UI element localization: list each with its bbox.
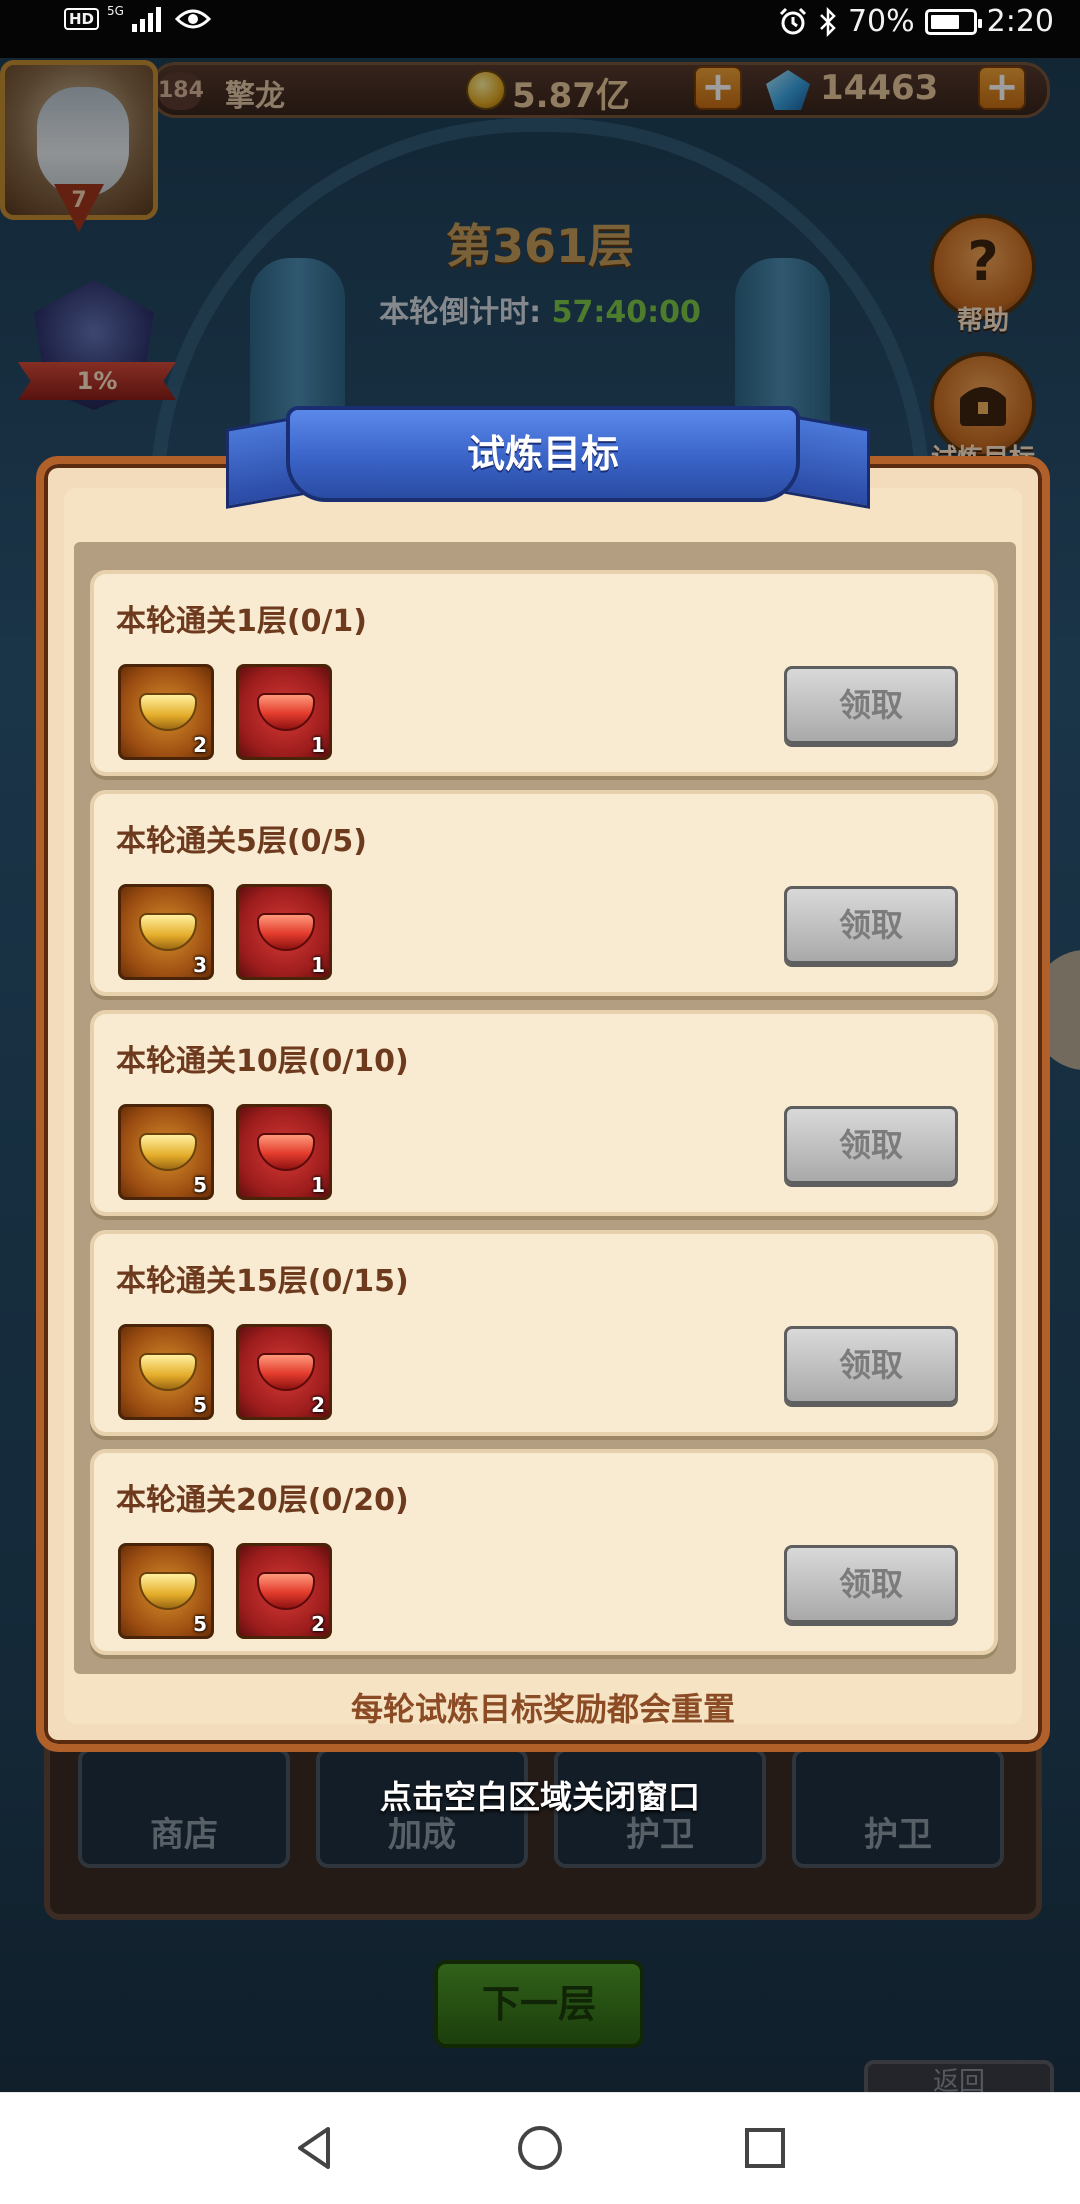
reward-qty: 3 <box>193 953 207 977</box>
red-ingot-icon[interactable]: 2 <box>236 1543 332 1639</box>
reward-qty: 1 <box>311 953 325 977</box>
claim-button[interactable]: 领取 <box>784 886 958 964</box>
claim-button[interactable]: 领取 <box>784 1106 958 1184</box>
status-left: HD 5G <box>64 4 211 32</box>
gold-ingot-icon[interactable]: 5 <box>118 1543 214 1639</box>
goal-title: 本轮通关20层(0/20) <box>116 1483 409 1518</box>
reward-qty: 5 <box>193 1173 207 1197</box>
goal-row: 本轮通关15层(0/15) 5 2 领取 <box>90 1230 998 1436</box>
goal-title: 本轮通关15层(0/15) <box>116 1264 409 1299</box>
red-ingot-icon[interactable]: 1 <box>236 1104 332 1200</box>
gold-ingot-icon[interactable]: 3 <box>118 884 214 980</box>
status-right: 70% 2:20 <box>778 4 1054 39</box>
recents-square-icon[interactable] <box>740 2123 790 2173</box>
red-ingot-icon[interactable]: 1 <box>236 664 332 760</box>
gold-ingot-icon[interactable]: 5 <box>118 1324 214 1420</box>
claim-button[interactable]: 领取 <box>784 666 958 744</box>
claim-button[interactable]: 领取 <box>784 1545 958 1623</box>
dialog-title: 试炼目标 <box>286 406 800 502</box>
gold-ingot-icon[interactable]: 5 <box>118 1104 214 1200</box>
reward-qty: 5 <box>193 1393 207 1417</box>
goal-title: 本轮通关5层(0/5) <box>116 824 368 859</box>
reward-qty: 2 <box>193 733 207 757</box>
eye-icon <box>174 9 211 29</box>
claim-button[interactable]: 领取 <box>784 1326 958 1404</box>
reward-qty: 1 <box>311 1173 325 1197</box>
reset-notice: 每轮试炼目标奖励都会重置 <box>350 1690 735 1728</box>
alarm-icon <box>779 7 806 34</box>
reward-qty: 5 <box>193 1612 207 1636</box>
reward-qty: 2 <box>311 1393 325 1417</box>
gold-ingot-icon[interactable]: 2 <box>118 664 214 760</box>
red-ingot-icon[interactable]: 1 <box>236 884 332 980</box>
goal-row: 本轮通关20层(0/20) 5 2 领取 <box>90 1449 998 1655</box>
goal-row: 本轮通关1层(0/1) 2 1 领取 <box>90 570 998 776</box>
goal-row: 本轮通关5层(0/5) 3 1 领取 <box>90 790 998 996</box>
network-type: 5G <box>107 4 124 18</box>
battery-icon <box>924 8 982 35</box>
bluetooth-icon <box>820 6 836 37</box>
screen: { "status_bar": { "network_badge": "HD",… <box>0 0 1080 2204</box>
home-circle-icon[interactable] <box>515 2123 565 2173</box>
status-bar: HD 5G 70% 2:20 <box>0 0 1080 58</box>
close-hint: 点击空白区域关闭窗口 <box>379 1778 700 1816</box>
battery-percent: 70% <box>847 4 915 39</box>
goal-title: 本轮通关1层(0/1) <box>116 604 368 639</box>
reward-qty: 1 <box>311 733 325 757</box>
signal-icon <box>131 6 161 32</box>
goal-title: 本轮通关10层(0/10) <box>116 1044 409 1079</box>
navigation-bar <box>0 2092 1080 2204</box>
reward-qty: 2 <box>311 1612 325 1636</box>
red-ingot-icon[interactable]: 2 <box>236 1324 332 1420</box>
back-triangle-icon[interactable] <box>290 2123 340 2173</box>
goal-row: 本轮通关10层(0/10) 5 1 领取 <box>90 1010 998 1216</box>
hd-icon: HD <box>64 8 100 30</box>
clock: 2:20 <box>986 4 1054 39</box>
